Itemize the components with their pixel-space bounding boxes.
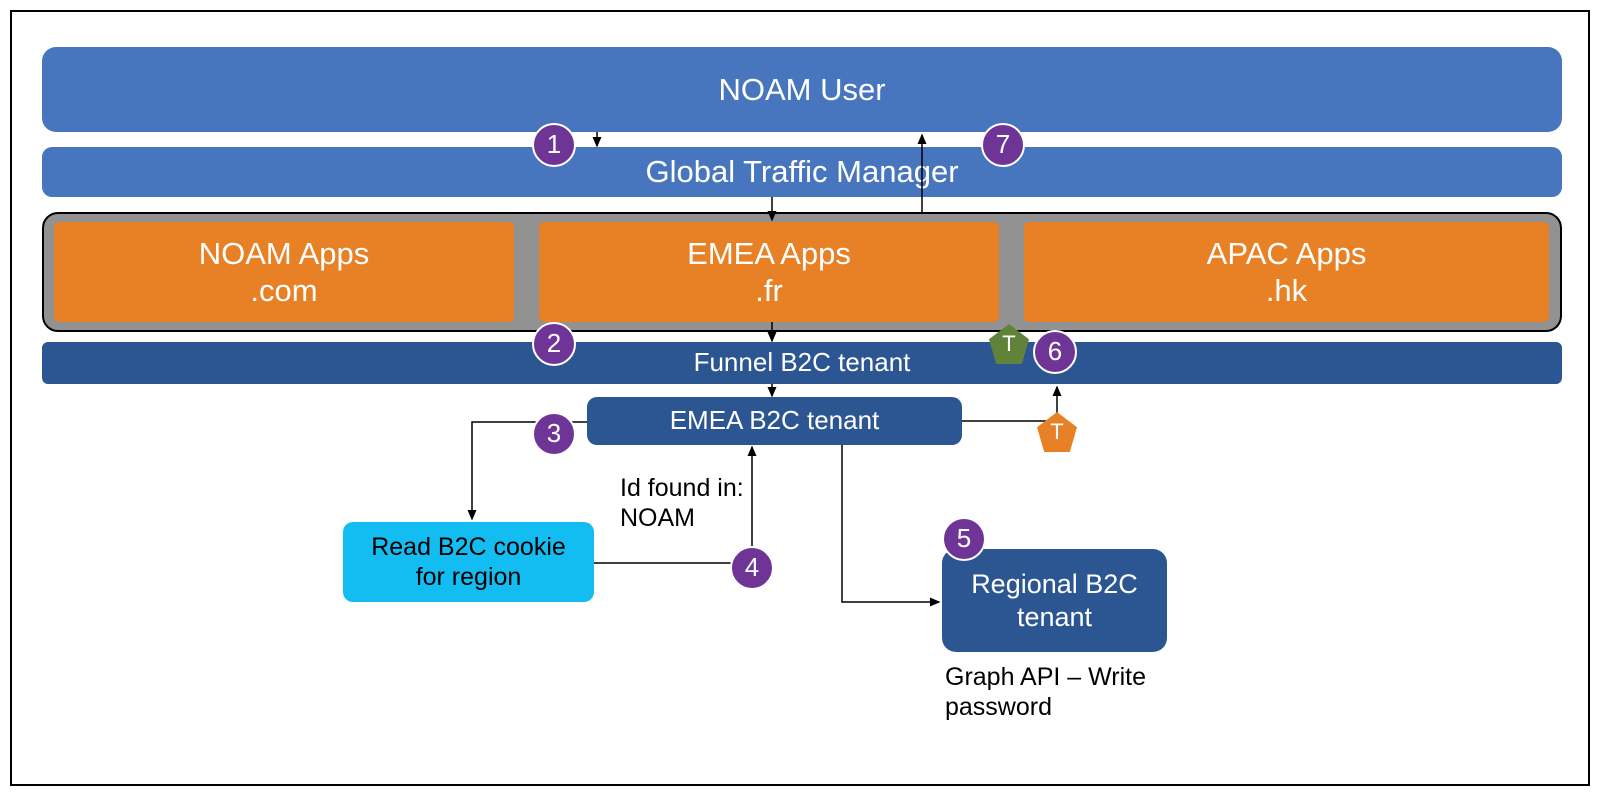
- step-badge-5: 5: [942, 517, 986, 561]
- box-noam-user: NOAM User: [42, 47, 1562, 132]
- box-noam-apps: NOAM Apps.com: [54, 222, 514, 322]
- box-funnel-b2c-tenant: Funnel B2C tenant: [42, 342, 1562, 384]
- box-read-cookie: Read B2C cookiefor region: [343, 522, 594, 602]
- diagram-frame: NOAM User Global Traffic Manager NOAM Ap…: [10, 10, 1590, 786]
- box-apac-apps: APAC Apps.hk: [1024, 222, 1549, 322]
- step-badge-1: 1: [532, 123, 576, 167]
- box-emea-b2c-tenant: EMEA B2C tenant: [587, 397, 962, 445]
- note-id-found: Id found in:NOAM: [620, 473, 780, 543]
- step-badge-4: 4: [730, 546, 774, 590]
- step-badge-6: 6: [1033, 330, 1077, 374]
- box-global-traffic-manager: Global Traffic Manager: [42, 147, 1562, 197]
- step-badge-2: 2: [532, 322, 576, 366]
- box-emea-apps: EMEA Apps.fr: [539, 222, 999, 322]
- step-badge-7: 7: [981, 123, 1025, 167]
- box-regional-b2c-tenant: Regional B2Ctenant: [942, 549, 1167, 652]
- step-badge-3: 3: [532, 412, 576, 456]
- token-pentagon-orange: T: [1037, 412, 1077, 452]
- note-graph-api: Graph API – Writepassword: [945, 662, 1245, 732]
